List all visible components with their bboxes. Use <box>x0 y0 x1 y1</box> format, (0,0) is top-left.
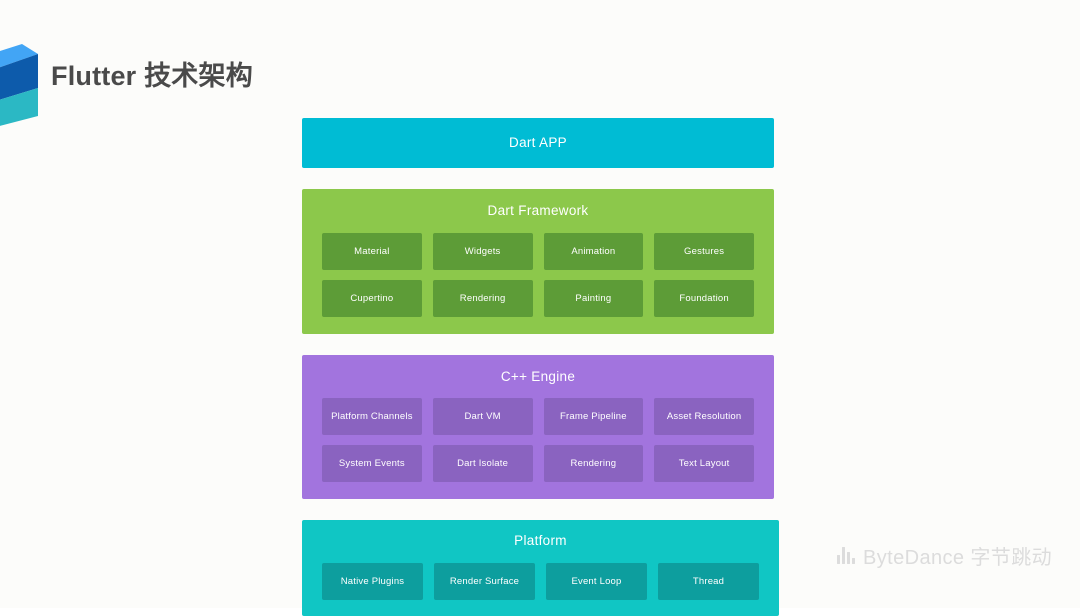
module-cell: Animation <box>543 232 644 270</box>
module-cell: Render Surface <box>434 562 535 600</box>
module-cell: Platform Channels <box>322 398 422 435</box>
module-cell: Cupertino <box>322 279 422 317</box>
layer-title-dart-app: Dart APP <box>509 135 567 151</box>
module-cell: Foundation <box>654 279 754 317</box>
module-cell: Event Loop <box>546 562 647 600</box>
flutter-logo-icon <box>0 44 38 126</box>
module-cell: Thread <box>658 562 759 600</box>
module-cell: Widgets <box>432 232 533 270</box>
flutter-logo <box>0 44 44 128</box>
watermark-label: ByteDance 字节跳动 <box>863 547 1052 569</box>
bytedance-watermark: ByteDance 字节跳动 <box>837 541 1052 570</box>
module-cell: System Events <box>322 445 422 482</box>
layer-platform: Platform Native Plugins Render Surface Eve… <box>302 520 779 616</box>
module-cell: Material <box>322 232 422 270</box>
module-cell: Rendering <box>432 279 533 317</box>
layer-cell-grid-dart-framework: Material Widgets Animation Gestures Cupertin… <box>322 232 754 317</box>
page-title: Flutter 技术架构 <box>51 61 253 91</box>
module-cell: Painting <box>543 279 644 317</box>
layer-dart-framework: Dart Framework Material Widgets Animation G… <box>302 189 774 334</box>
layer-title-platform: Platform <box>514 533 567 548</box>
layer-cpp-engine: C++ Engine Platform Channels Dart VM Frame… <box>302 354 774 499</box>
layer-cell-grid-platform: Native Plugins Render Surface Event Loop Th… <box>322 562 759 600</box>
module-cell: Native Plugins <box>322 562 423 600</box>
architecture-diagram: Dart APP Dart Framework Material Widgets A… <box>302 118 779 616</box>
module-cell: Rendering <box>543 445 644 482</box>
bar-chart-icon <box>837 547 855 564</box>
layer-title-cpp-engine: C++ Engine <box>500 368 576 384</box>
layer-title-dart-framework: Dart Framework <box>487 203 589 218</box>
module-cell: Frame Pipeline <box>543 398 644 435</box>
layer-dart-app: Dart APP <box>302 118 774 168</box>
module-cell: Asset Resolution <box>654 398 754 435</box>
module-cell: Text Layout <box>654 445 754 482</box>
module-cell: Dart Isolate <box>432 445 533 482</box>
layer-cell-grid-cpp-engine: Platform Channels Dart VM Frame Pipeline As… <box>322 398 754 482</box>
module-cell: Gestures <box>654 232 754 270</box>
module-cell: Dart VM <box>432 398 533 435</box>
